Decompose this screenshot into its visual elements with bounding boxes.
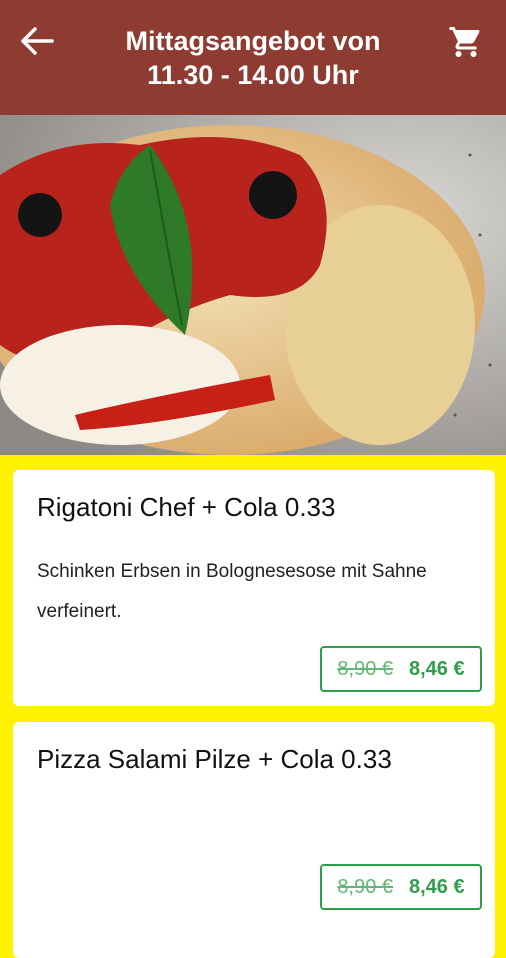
shopping-cart-icon xyxy=(449,27,480,57)
hero-image xyxy=(0,115,506,455)
new-price: 8,46 € xyxy=(409,875,465,898)
product-card[interactable]: Pizza Salami Pilze + Cola 0.33 8,90 € 8,… xyxy=(13,722,495,958)
product-name: Pizza Salami Pilze + Cola 0.33 xyxy=(37,744,392,774)
old-price: 8,90 € xyxy=(337,657,393,680)
price-button[interactable]: 8,90 € 8,46 € xyxy=(320,864,482,910)
price-button[interactable]: 8,90 € 8,46 € xyxy=(320,646,482,692)
product-name: Rigatoni Chef + Cola 0.33 xyxy=(37,492,336,522)
arrow-left-icon xyxy=(21,27,54,55)
product-card[interactable]: Rigatoni Chef + Cola 0.33 Schinken Erbse… xyxy=(13,470,495,706)
cart-button[interactable] xyxy=(446,22,486,62)
app-header: Mittagsangebot von 11.30 - 14.00 Uhr xyxy=(0,0,506,115)
page-title: Mittagsangebot von 11.30 - 14.00 Uhr xyxy=(125,26,381,90)
pizza-illustration xyxy=(0,115,506,455)
old-price: 8,90 € xyxy=(337,875,393,898)
new-price: 8,46 € xyxy=(409,657,465,680)
product-description: Schinken Erbsen in Bolognesesose mit Sah… xyxy=(37,561,427,622)
back-button[interactable] xyxy=(18,24,56,58)
